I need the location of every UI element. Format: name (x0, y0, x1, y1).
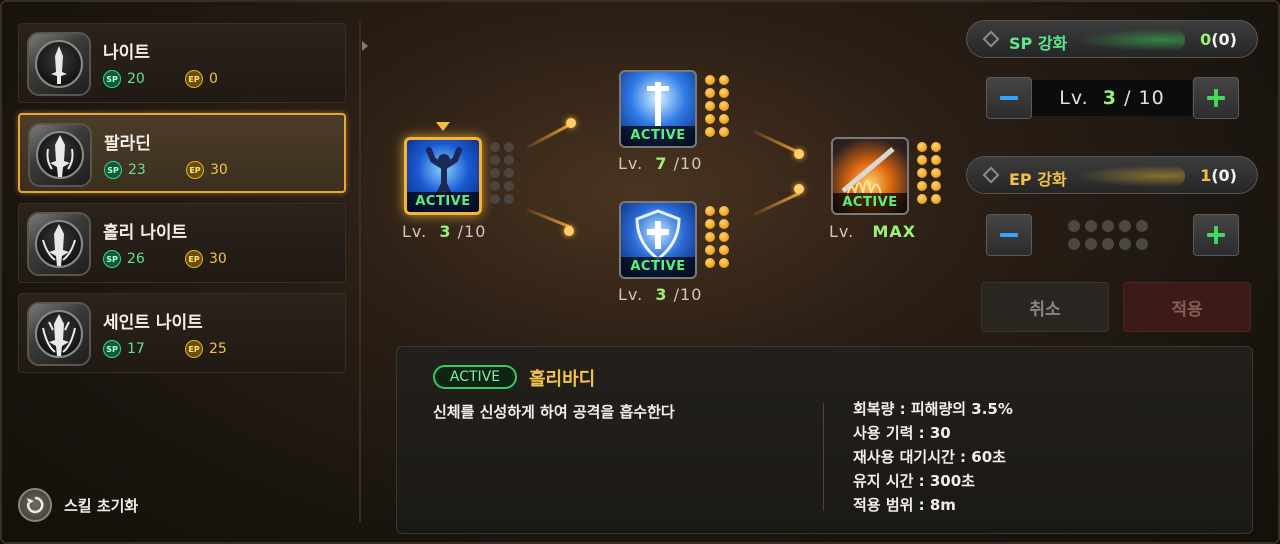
connector-node (566, 118, 576, 128)
skill-level: Lv. 3 /10 (618, 285, 703, 304)
skill-level: Lv. 7 /10 (618, 154, 703, 173)
collapse-arrow-icon[interactable] (362, 41, 368, 51)
class-sp-value: 26 (127, 251, 145, 267)
sp-enhance-label: SP 강화 (1009, 34, 1068, 53)
selected-indicator-icon (436, 122, 450, 131)
skill-description-panel: ACTIVE 홀리바디 신체를 신성하게 하여 공격을 흡수한다 회복량 : 피… (396, 346, 1253, 534)
class-sp-value: 17 (127, 341, 145, 357)
winged-sword-emblem-icon (27, 212, 91, 276)
skill-stats: 회복량 : 피해량의 3.5% 사용 기력 : 30 재사용 대기시간 : 60… (853, 397, 1013, 517)
panel-divider (359, 22, 361, 522)
class-name: 홀리 나이트 (103, 223, 188, 243)
sword-shield-emblem-icon (28, 123, 92, 187)
ep-decrease-button[interactable] (986, 214, 1032, 256)
ep-point-dots (1068, 220, 1148, 250)
active-tag: ACTIVE (621, 257, 695, 277)
class-ep-value: 30 (209, 251, 227, 267)
skill-reset-button[interactable]: 스킬 초기화 (18, 488, 138, 522)
skill-holy-shield[interactable]: ACTIVE (619, 201, 697, 279)
skill-stat-line: 유지 시간 : 300초 (853, 472, 975, 490)
apply-button[interactable]: 적용 (1123, 282, 1251, 332)
reset-icon (18, 488, 52, 522)
plus-icon (1207, 89, 1225, 107)
class-name: 나이트 (103, 43, 150, 63)
sp-icon: SP (103, 70, 121, 88)
skill-holy-sword[interactable]: ACTIVE (619, 70, 697, 148)
diamond-icon (982, 30, 1000, 48)
skill-point-pips (705, 75, 729, 137)
class-name: 세인트 나이트 (103, 313, 203, 333)
sp-enhance-value: 0(0) (1200, 30, 1237, 49)
cancel-button[interactable]: 취소 (981, 282, 1109, 332)
crowned-sword-emblem-icon (27, 302, 91, 366)
class-card-saint-knight[interactable]: 세인트 나이트 SP 17 EP 25 (18, 293, 346, 373)
diamond-icon (982, 166, 1000, 184)
class-card-holy-knight[interactable]: 홀리 나이트 SP 26 EP 30 (18, 203, 346, 283)
ep-increase-button[interactable] (1193, 214, 1239, 256)
connector-node (794, 149, 804, 159)
skill-stat-line: 적용 범위 : 8m (853, 496, 956, 514)
ep-icon: EP (185, 70, 203, 88)
active-tag: ACTIVE (621, 126, 695, 146)
sp-icon: SP (103, 250, 121, 268)
skill-holy-body[interactable]: ACTIVE (404, 137, 482, 215)
class-sp-value: 20 (127, 71, 145, 87)
class-ep-value: 0 (209, 71, 218, 87)
ep-icon: EP (186, 161, 204, 179)
skill-description: 신체를 신성하게 하여 공격을 흡수한다 (433, 403, 675, 421)
ep-enhance-label: EP 강화 (1009, 170, 1067, 189)
skill-level: Lv. MAX (829, 222, 917, 241)
skill-point-pips (917, 142, 941, 204)
class-card-knight[interactable]: 나이트 SP 20 EP 0 (18, 23, 346, 103)
skill-title: 홀리바디 (529, 369, 596, 390)
class-card-paladin[interactable]: 팔라딘 SP 23 EP 30 (18, 113, 346, 193)
ep-icon: EP (185, 340, 203, 358)
ep-enhance-bar: EP 강화 1(0) (966, 156, 1258, 194)
class-sp-value: 23 (128, 162, 146, 178)
level-increase-button[interactable] (1193, 77, 1239, 119)
description-divider (823, 403, 824, 511)
skill-stat-line: 재사용 대기시간 : 60초 (853, 448, 1006, 466)
skill-stat-line: 회복량 : 피해량의 3.5% (853, 400, 1013, 418)
minus-icon (1000, 233, 1018, 237)
active-tag: ACTIVE (407, 192, 479, 212)
skill-point-pips (490, 142, 514, 204)
plus-icon (1207, 226, 1225, 244)
skill-level: Lv. 3 /10 (402, 222, 487, 241)
sword-emblem-icon (27, 32, 91, 96)
sp-enhance-bar: SP 강화 0(0) (966, 20, 1258, 58)
reset-label: 스킬 초기화 (64, 496, 139, 515)
class-name: 팔라딘 (104, 134, 151, 154)
skill-fire-slash[interactable]: ACTIVE (831, 137, 909, 215)
skill-point-pips (705, 206, 729, 268)
skill-type-badge: ACTIVE (433, 365, 517, 389)
class-ep-value: 30 (210, 162, 228, 178)
connector-node (794, 184, 804, 194)
ep-icon: EP (185, 250, 203, 268)
level-decrease-button[interactable] (986, 77, 1032, 119)
skill-stat-line: 사용 기력 : 30 (853, 424, 951, 442)
connector-node (564, 226, 574, 236)
class-ep-value: 25 (209, 341, 227, 357)
sp-icon: SP (104, 161, 122, 179)
enhance-level-display: Lv. 3 / 10 (1032, 80, 1192, 116)
minus-icon (1000, 96, 1018, 100)
ep-enhance-value: 1(0) (1200, 166, 1237, 185)
active-tag: ACTIVE (833, 193, 907, 213)
sp-icon: SP (103, 340, 121, 358)
